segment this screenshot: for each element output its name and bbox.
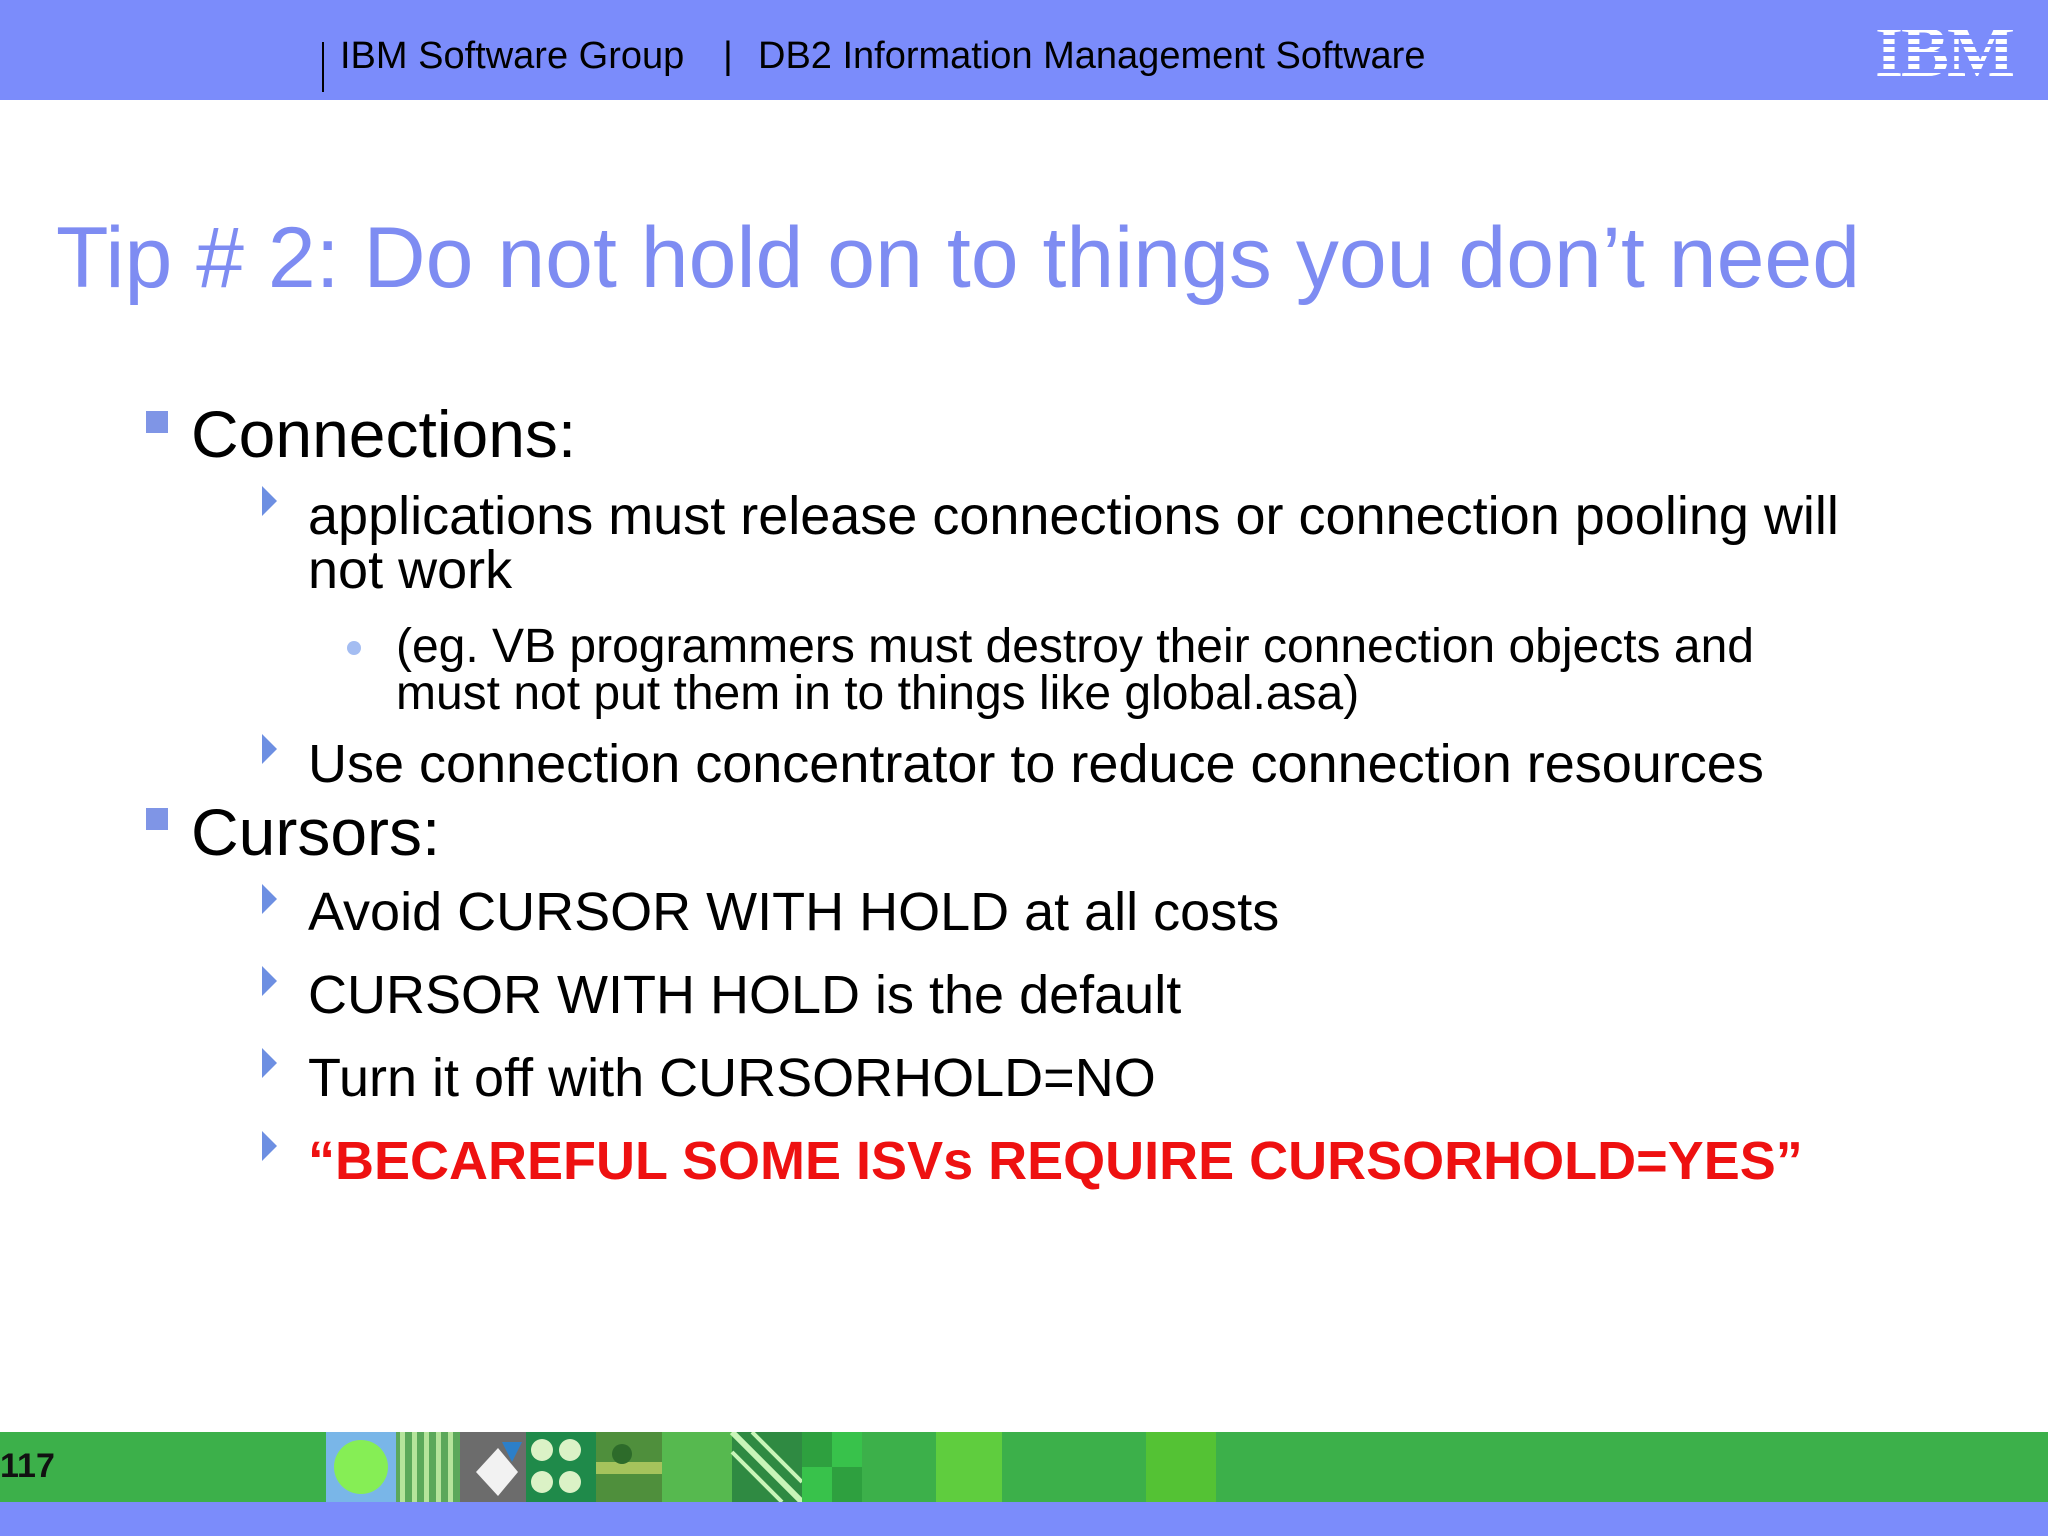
header-separator: | xyxy=(723,35,733,77)
header-bar: IBM Software Group | DB2 Information Man… xyxy=(0,0,2048,100)
dot-bullet-icon xyxy=(347,641,361,655)
ibm-logo-text: IBM xyxy=(1875,22,2013,78)
arrow-bullet-icon xyxy=(262,884,277,914)
arrow-bullet-icon xyxy=(262,966,277,996)
sub-bullet-text: (eg. VB programmers must destroy their c… xyxy=(396,620,1754,673)
bullet-text: applications must release connections or… xyxy=(308,486,1839,546)
footer-image-mosaic xyxy=(326,1432,1216,1502)
header-divider xyxy=(322,42,324,92)
arrow-bullet-icon xyxy=(262,486,277,516)
bullet-text: Avoid CURSOR WITH HOLD at all costs xyxy=(308,882,1280,942)
arrow-bullet-icon xyxy=(262,1048,277,1078)
footer-bottom-bar xyxy=(0,1502,2048,1536)
ibm-logo: IBM xyxy=(1875,22,2015,78)
square-bullet-icon xyxy=(146,411,168,433)
header-product: DB2 Information Management Software xyxy=(758,35,1426,77)
section-heading-connections: Connections: xyxy=(191,397,577,471)
sub-bullet-text-continued: must not put them in to things like glob… xyxy=(396,667,1360,720)
slide-title: Tip # 2: Do not hold on to things you do… xyxy=(56,210,1861,306)
square-bullet-icon xyxy=(146,808,168,830)
bullet-text-continued: not work xyxy=(308,540,513,600)
header-group: IBM Software Group xyxy=(340,35,685,77)
bullet-text: Turn it off with CURSORHOLD=NO xyxy=(308,1048,1156,1108)
warning-text: “BECAREFUL SOME ISVs REQUIRE CURSORHOLD=… xyxy=(308,1131,1803,1191)
bullet-text: CURSOR WITH HOLD is the default xyxy=(308,965,1182,1025)
arrow-bullet-icon xyxy=(262,1131,277,1161)
page-number: 117 xyxy=(0,1447,55,1485)
section-heading-cursors: Cursors: xyxy=(191,795,441,869)
arrow-bullet-icon xyxy=(262,734,277,764)
bullet-text: Use connection concentrator to reduce co… xyxy=(308,734,1764,794)
